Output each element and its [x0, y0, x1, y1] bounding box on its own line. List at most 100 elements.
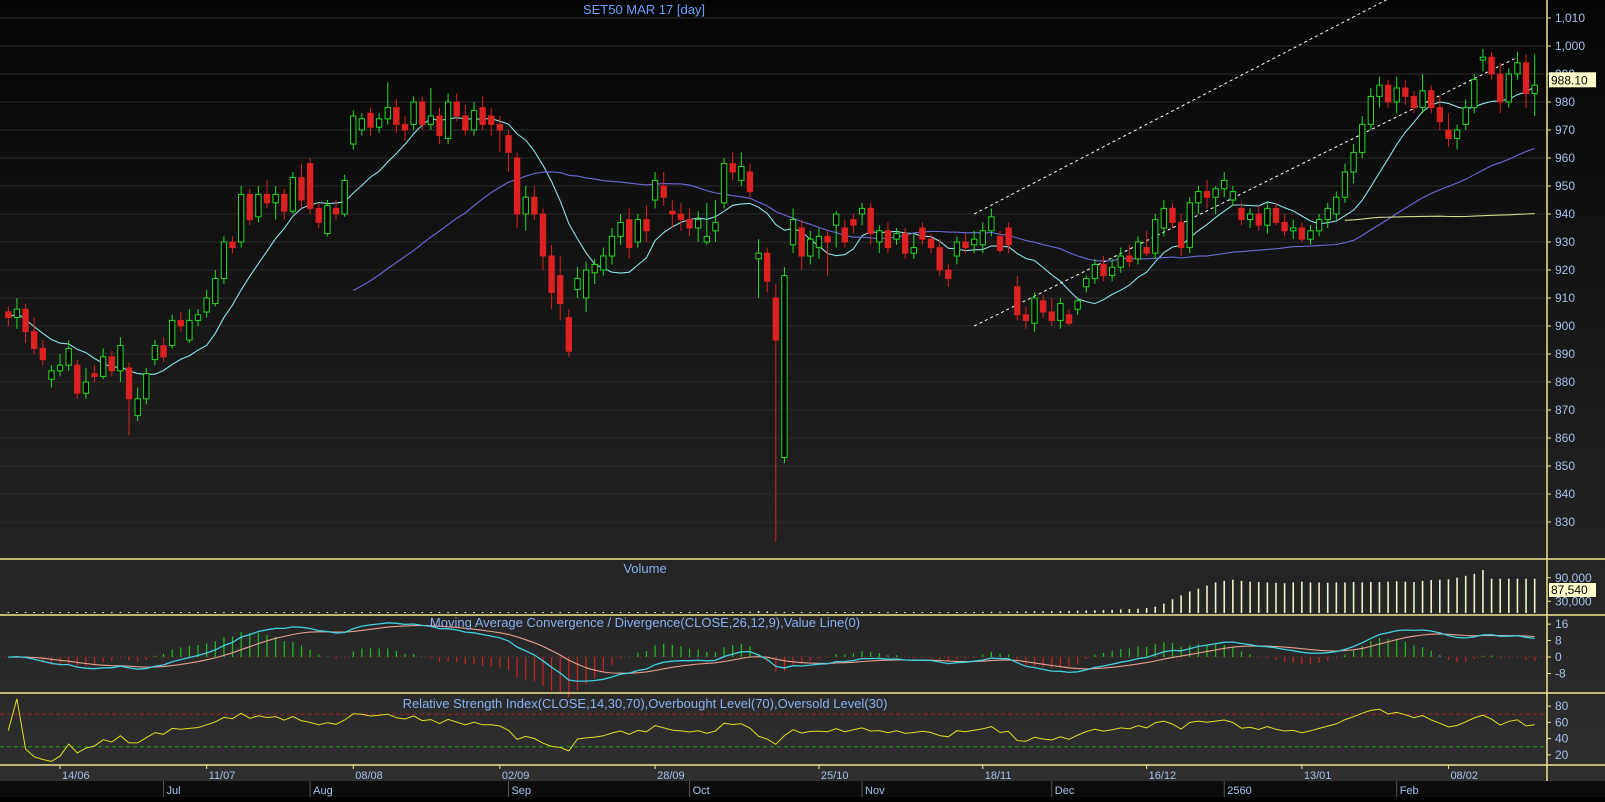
candle[interactable]	[74, 359, 81, 399]
candle-body	[539, 213, 547, 257]
candle[interactable]	[1186, 197, 1193, 254]
candle-body	[1031, 297, 1038, 324]
candle-body	[298, 177, 305, 201]
candle[interactable]	[1471, 74, 1478, 114]
candle-body	[1022, 314, 1030, 321]
candle-body	[738, 165, 745, 181]
candle-body	[1091, 263, 1099, 279]
candle[interactable]	[1505, 68, 1512, 108]
candle-body	[496, 123, 504, 131]
candle[interactable]	[237, 186, 245, 248]
macd-tick-label: 16	[1555, 617, 1569, 631]
candle-body	[979, 230, 986, 246]
candle-body	[48, 370, 55, 380]
date-label: 13/01	[1304, 770, 1332, 782]
month-label: Feb	[1400, 785, 1419, 797]
candle-body	[626, 219, 633, 249]
candle-body	[143, 373, 150, 400]
candle-body	[1307, 230, 1314, 240]
candle[interactable]	[289, 172, 297, 214]
price-tick-label: 870	[1555, 403, 1575, 417]
price-tick-label: 960	[1555, 151, 1575, 165]
candle-body	[1531, 84, 1538, 95]
candle-body	[56, 364, 64, 372]
candle-body	[910, 247, 917, 254]
candle-body	[1376, 84, 1383, 97]
candle-body	[186, 319, 193, 341]
candle-body	[160, 345, 167, 358]
candle[interactable]	[350, 110, 357, 150]
rsi-tick-label: 40	[1555, 732, 1569, 746]
candle-body	[479, 107, 486, 125]
candle-body	[177, 319, 184, 327]
candle[interactable]	[143, 368, 150, 405]
candle-body	[608, 235, 616, 257]
date-label: 18/11	[985, 770, 1012, 782]
candle-body	[1048, 311, 1055, 321]
candle-body	[125, 367, 133, 400]
candle-body	[1065, 314, 1073, 324]
candle-body	[617, 221, 624, 237]
candle-body	[1264, 207, 1271, 226]
candle-body	[850, 219, 857, 226]
month-label: Nov	[865, 785, 885, 797]
candle[interactable]	[324, 200, 331, 237]
candle-body	[1471, 79, 1478, 109]
candle[interactable]	[246, 188, 253, 226]
candle-body	[1177, 221, 1185, 249]
date-label: 08/02	[1450, 770, 1478, 782]
candle-body	[39, 347, 46, 361]
price-tick-label: 930	[1555, 235, 1575, 249]
candle-body	[1272, 207, 1280, 223]
candle-body	[341, 179, 348, 215]
candle-body	[1100, 263, 1107, 277]
candle-body	[824, 235, 831, 243]
candle[interactable]	[341, 174, 348, 217]
candle-body	[82, 381, 90, 394]
candle-body	[470, 109, 478, 131]
candle-body	[815, 235, 823, 249]
candle-body	[1384, 84, 1392, 103]
candle-body	[557, 275, 564, 305]
rsi-title: Relative Strength Index(CLOSE,14,30,70),…	[403, 696, 888, 711]
candle-body	[255, 193, 262, 218]
candle-body	[1057, 303, 1064, 321]
candle-body	[436, 115, 443, 137]
candle-body	[263, 193, 271, 204]
candle-body	[31, 331, 38, 349]
candle-body	[884, 230, 892, 249]
candle-body	[108, 356, 115, 372]
date-label: 14/06	[62, 770, 90, 782]
date-label: 28/09	[657, 770, 685, 782]
chart-background	[0, 0, 1605, 797]
candle[interactable]	[1152, 214, 1159, 259]
candle-body	[237, 193, 245, 243]
month-label: 2560	[1227, 785, 1251, 797]
candle-body	[375, 118, 383, 128]
candle-body	[729, 163, 736, 173]
candle[interactable]	[306, 158, 314, 214]
candle-body	[695, 219, 702, 229]
candle-body	[168, 319, 176, 347]
price-tick-label: 1,000	[1555, 39, 1585, 53]
stock-chart[interactable]: 830 840 850 860 870 880 890 900 910 920 930 940 950 9…	[0, 0, 1605, 797]
candle-body	[246, 193, 253, 221]
candle-body	[565, 317, 573, 352]
macd-tick-label: 8	[1555, 634, 1562, 648]
candle-body	[1212, 188, 1219, 198]
candle[interactable]	[220, 236, 228, 284]
candle-body	[1186, 202, 1193, 249]
candle-body	[151, 345, 159, 361]
candle-body	[367, 112, 374, 128]
candle[interactable]	[720, 158, 728, 209]
candle-body	[1488, 56, 1495, 75]
candle-body	[117, 345, 124, 372]
candle-body	[453, 101, 460, 117]
candle-body	[410, 101, 417, 125]
candle-body	[5, 311, 12, 319]
macd-tick-label: 0	[1555, 650, 1562, 664]
candle[interactable]	[781, 267, 788, 464]
candle-body	[807, 238, 814, 257]
rsi-tick-label: 80	[1555, 699, 1569, 713]
chart-canvas[interactable]: 8308408508608708808909009109209309409509…	[0, 0, 1605, 797]
